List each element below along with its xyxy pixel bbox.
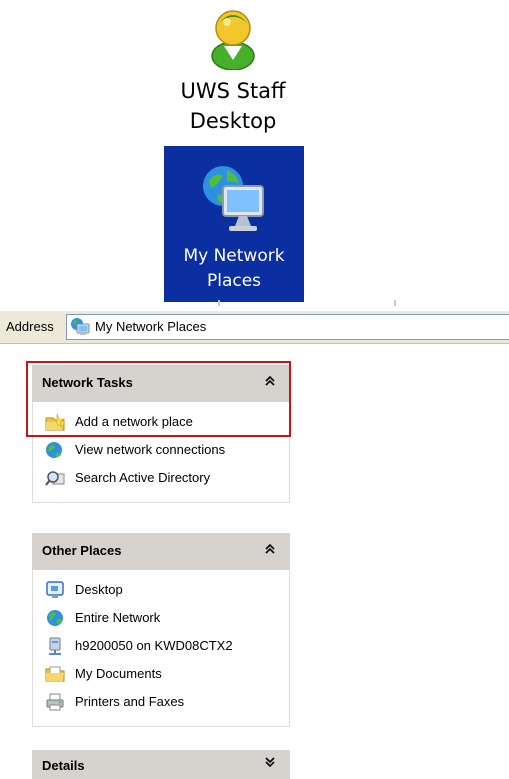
panel-title: Other Places <box>42 543 122 558</box>
divider <box>394 300 396 306</box>
address-label: Address <box>6 319 54 334</box>
desktop-icon-label: My Network Places <box>183 246 285 291</box>
chevron-up-double-icon[interactable] <box>262 541 278 557</box>
details-header[interactable]: Details <box>32 750 290 779</box>
panel-title: Network Tasks <box>42 375 133 390</box>
other-places-panel: Other Places Desktop Entire Network h920… <box>32 533 290 727</box>
details-panel: Details <box>32 750 290 779</box>
task-label: View network connections <box>75 442 226 457</box>
network-tasks-list: Add a network place View network connect… <box>32 402 290 503</box>
globe-icon <box>45 608 65 628</box>
user-icon <box>210 8 256 71</box>
desktop-icon-label: UWS Staff Desktop <box>180 79 286 133</box>
network-connections-icon <box>45 440 65 460</box>
address-value: My Network Places <box>95 319 207 334</box>
network-drive-icon <box>45 636 65 656</box>
place-label: Printers and Faxes <box>75 694 185 709</box>
add-network-place-icon <box>45 412 65 432</box>
divider <box>218 300 220 306</box>
panel-title: Details <box>42 758 85 773</box>
place-label: Entire Network <box>75 610 161 625</box>
place-label: Desktop <box>75 582 123 597</box>
place-entire-network[interactable]: Entire Network <box>33 604 289 632</box>
place-printers-and-faxes[interactable]: Printers and Faxes <box>33 688 289 716</box>
place-desktop[interactable]: Desktop <box>33 576 289 604</box>
address-bar: Address My Network Places <box>0 310 509 344</box>
printer-icon <box>45 692 65 712</box>
network-tasks-header[interactable]: Network Tasks <box>32 365 290 402</box>
network-tasks-panel: Network Tasks Add a network place View n… <box>32 365 290 503</box>
desktop-icon-my-network-places[interactable]: My Network Places <box>164 146 304 302</box>
search-directory-icon <box>45 468 65 488</box>
chevron-down-double-icon[interactable] <box>262 754 278 770</box>
desktop-icon <box>45 580 65 600</box>
task-label: Add a network place <box>75 414 193 429</box>
place-my-documents[interactable]: My Documents <box>33 660 289 688</box>
task-view-network-connections[interactable]: View network connections <box>33 436 289 464</box>
task-label: Search Active Directory <box>75 470 211 485</box>
place-label: h9200050 on KWD08CTX2 <box>75 638 233 653</box>
other-places-list: Desktop Entire Network h9200050 on KWD08… <box>32 570 290 727</box>
task-add-network-place[interactable]: Add a network place <box>33 408 289 436</box>
address-field[interactable]: My Network Places <box>66 314 509 340</box>
network-places-icon <box>70 317 90 337</box>
chevron-up-double-icon[interactable] <box>262 373 278 389</box>
other-places-header[interactable]: Other Places <box>32 533 290 570</box>
folder-icon <box>45 664 65 684</box>
desktop-icon-uws-staff[interactable]: UWS Staff Desktop <box>148 0 318 142</box>
network-places-icon <box>199 162 269 234</box>
task-search-active-directory[interactable]: Search Active Directory <box>33 464 289 492</box>
place-network-drive[interactable]: h9200050 on KWD08CTX2 <box>33 632 289 660</box>
place-label: My Documents <box>75 666 162 681</box>
